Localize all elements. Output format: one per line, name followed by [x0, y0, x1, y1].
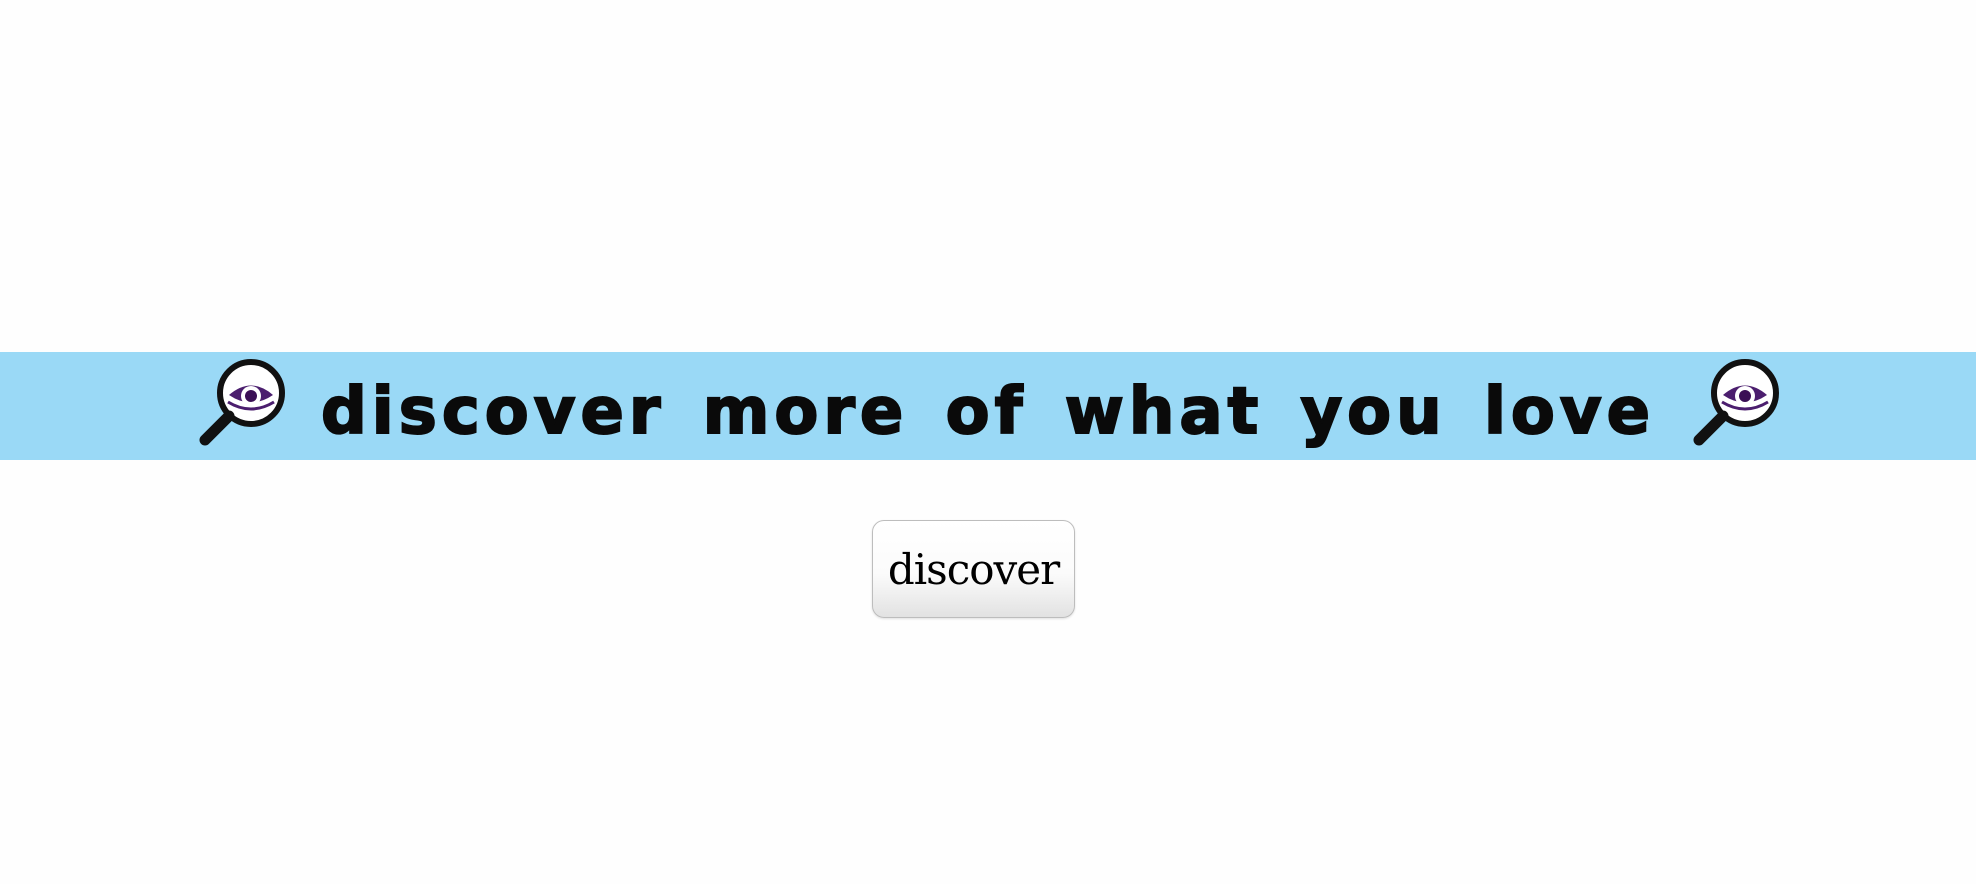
- magnifying-glass-eye-icon: [195, 358, 287, 450]
- page: discover more of what you love discover: [0, 0, 1976, 884]
- discover-button[interactable]: discover: [872, 520, 1075, 618]
- banner: discover more of what you love: [0, 352, 1976, 460]
- banner-content: discover more of what you love: [195, 358, 1781, 452]
- magnifying-glass-eye-icon: [1689, 358, 1781, 450]
- banner-title: discover more of what you love: [320, 375, 1656, 449]
